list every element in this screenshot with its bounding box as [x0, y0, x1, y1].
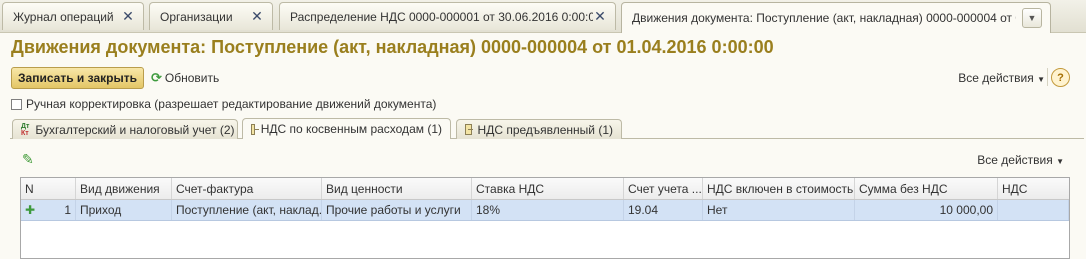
column-header[interactable]: Вид ценности: [322, 178, 472, 199]
edit-pencil-icon[interactable]: ✎: [22, 151, 34, 168]
row-number-cell[interactable]: ✚ 1: [21, 200, 76, 220]
all-actions-label: Все действия: [977, 153, 1053, 167]
table-cell[interactable]: Поступление (акт, наклад...: [172, 200, 322, 220]
column-header[interactable]: НДС включен в стоимость: [703, 178, 855, 199]
manual-correction-checkbox[interactable]: [11, 98, 22, 110]
column-header[interactable]: Сумма без НДС: [855, 178, 998, 199]
page-title: Движения документа: Поступление (акт, на…: [11, 37, 774, 57]
table-cell[interactable]: Приход: [76, 200, 172, 220]
subtab-label: НДС по косвенным расходам (1): [260, 122, 442, 136]
subtab-label: Бухгалтерский и налоговый учет (2): [35, 122, 235, 137]
table-cell[interactable]: 19.04: [624, 200, 703, 220]
table-row[interactable]: ✚ 1 Приход Поступление (акт, наклад... П…: [21, 200, 1069, 221]
window-tab-bar: Журнал операций ✕ Организации ✕ Распреде…: [0, 0, 1086, 33]
divider: [1047, 68, 1048, 86]
chevron-down-icon[interactable]: ▼: [1022, 8, 1042, 28]
register-icon: [251, 123, 259, 135]
refresh-button[interactable]: ⟳ Обновить: [151, 70, 219, 86]
refresh-icon: ⟳: [151, 70, 162, 85]
column-header[interactable]: N: [21, 178, 76, 199]
register-icon: [465, 124, 473, 135]
column-header[interactable]: Счет-фактура: [172, 178, 322, 199]
tab-label: Движения документа: Поступление (акт, на…: [632, 11, 1016, 25]
table-cell[interactable]: 10 000,00: [855, 200, 998, 220]
tab-label: Журнал операций: [13, 9, 114, 24]
tab-organizations[interactable]: Организации ✕: [149, 2, 273, 30]
tab-document-movements[interactable]: Движения документа: Поступление (акт, на…: [621, 2, 1051, 33]
table-cell[interactable]: Нет: [703, 200, 855, 220]
plus-icon: ✚: [25, 203, 36, 217]
dropdown-arrow-icon: ▼: [1056, 157, 1064, 166]
close-icon[interactable]: ✕: [593, 8, 607, 25]
movements-table[interactable]: N Вид движения Счет-фактура Вид ценности…: [20, 177, 1070, 259]
column-header[interactable]: НДС: [998, 178, 1069, 199]
dt-kt-icon: Дт Кт: [21, 122, 30, 137]
tab-operations-journal[interactable]: Журнал операций ✕: [2, 2, 144, 30]
table-cell[interactable]: [998, 200, 1069, 220]
close-icon[interactable]: ✕: [250, 8, 264, 25]
row-number: 1: [64, 203, 71, 217]
manual-correction-row[interactable]: Ручная корректировка (разрешает редактир…: [11, 97, 436, 111]
save-and-close-button[interactable]: Записать и закрыть: [11, 67, 144, 89]
tab-vat-distribution[interactable]: Распределение НДС 0000-000001 от 30.06.2…: [279, 2, 616, 30]
column-header[interactable]: Вид движения: [76, 178, 172, 199]
subtab-label: НДС предъявленный (1): [477, 122, 613, 137]
dropdown-arrow-icon: ▼: [1037, 75, 1045, 84]
table-all-actions-menu[interactable]: Все действия ▼: [977, 153, 1064, 167]
table-cell[interactable]: Прочие работы и услуги: [322, 200, 472, 220]
table-cell[interactable]: 18%: [472, 200, 624, 220]
column-header[interactable]: Ставка НДС: [472, 178, 624, 199]
help-icon[interactable]: ?: [1051, 68, 1070, 87]
subtab-vat-presented[interactable]: НДС предъявленный (1): [456, 119, 622, 139]
tab-label: Организации: [160, 9, 233, 24]
column-header[interactable]: Счет учета ...: [624, 178, 703, 199]
manual-correction-label: Ручная корректировка (разрешает редактир…: [26, 97, 437, 111]
subtab-accounting[interactable]: Дт Кт Бухгалтерский и налоговый учет (2): [12, 119, 238, 139]
all-actions-label: Все действия: [958, 71, 1034, 85]
all-actions-menu[interactable]: Все действия ▼: [958, 71, 1045, 85]
tab-label: Распределение НДС 0000-000001 от 30.06.2…: [290, 9, 593, 24]
close-icon[interactable]: ✕: [121, 8, 135, 25]
refresh-label: Обновить: [164, 71, 220, 85]
subtab-vat-indirect[interactable]: НДС по косвенным расходам (1): [242, 118, 451, 139]
table-header: N Вид движения Счет-фактура Вид ценности…: [21, 178, 1069, 200]
